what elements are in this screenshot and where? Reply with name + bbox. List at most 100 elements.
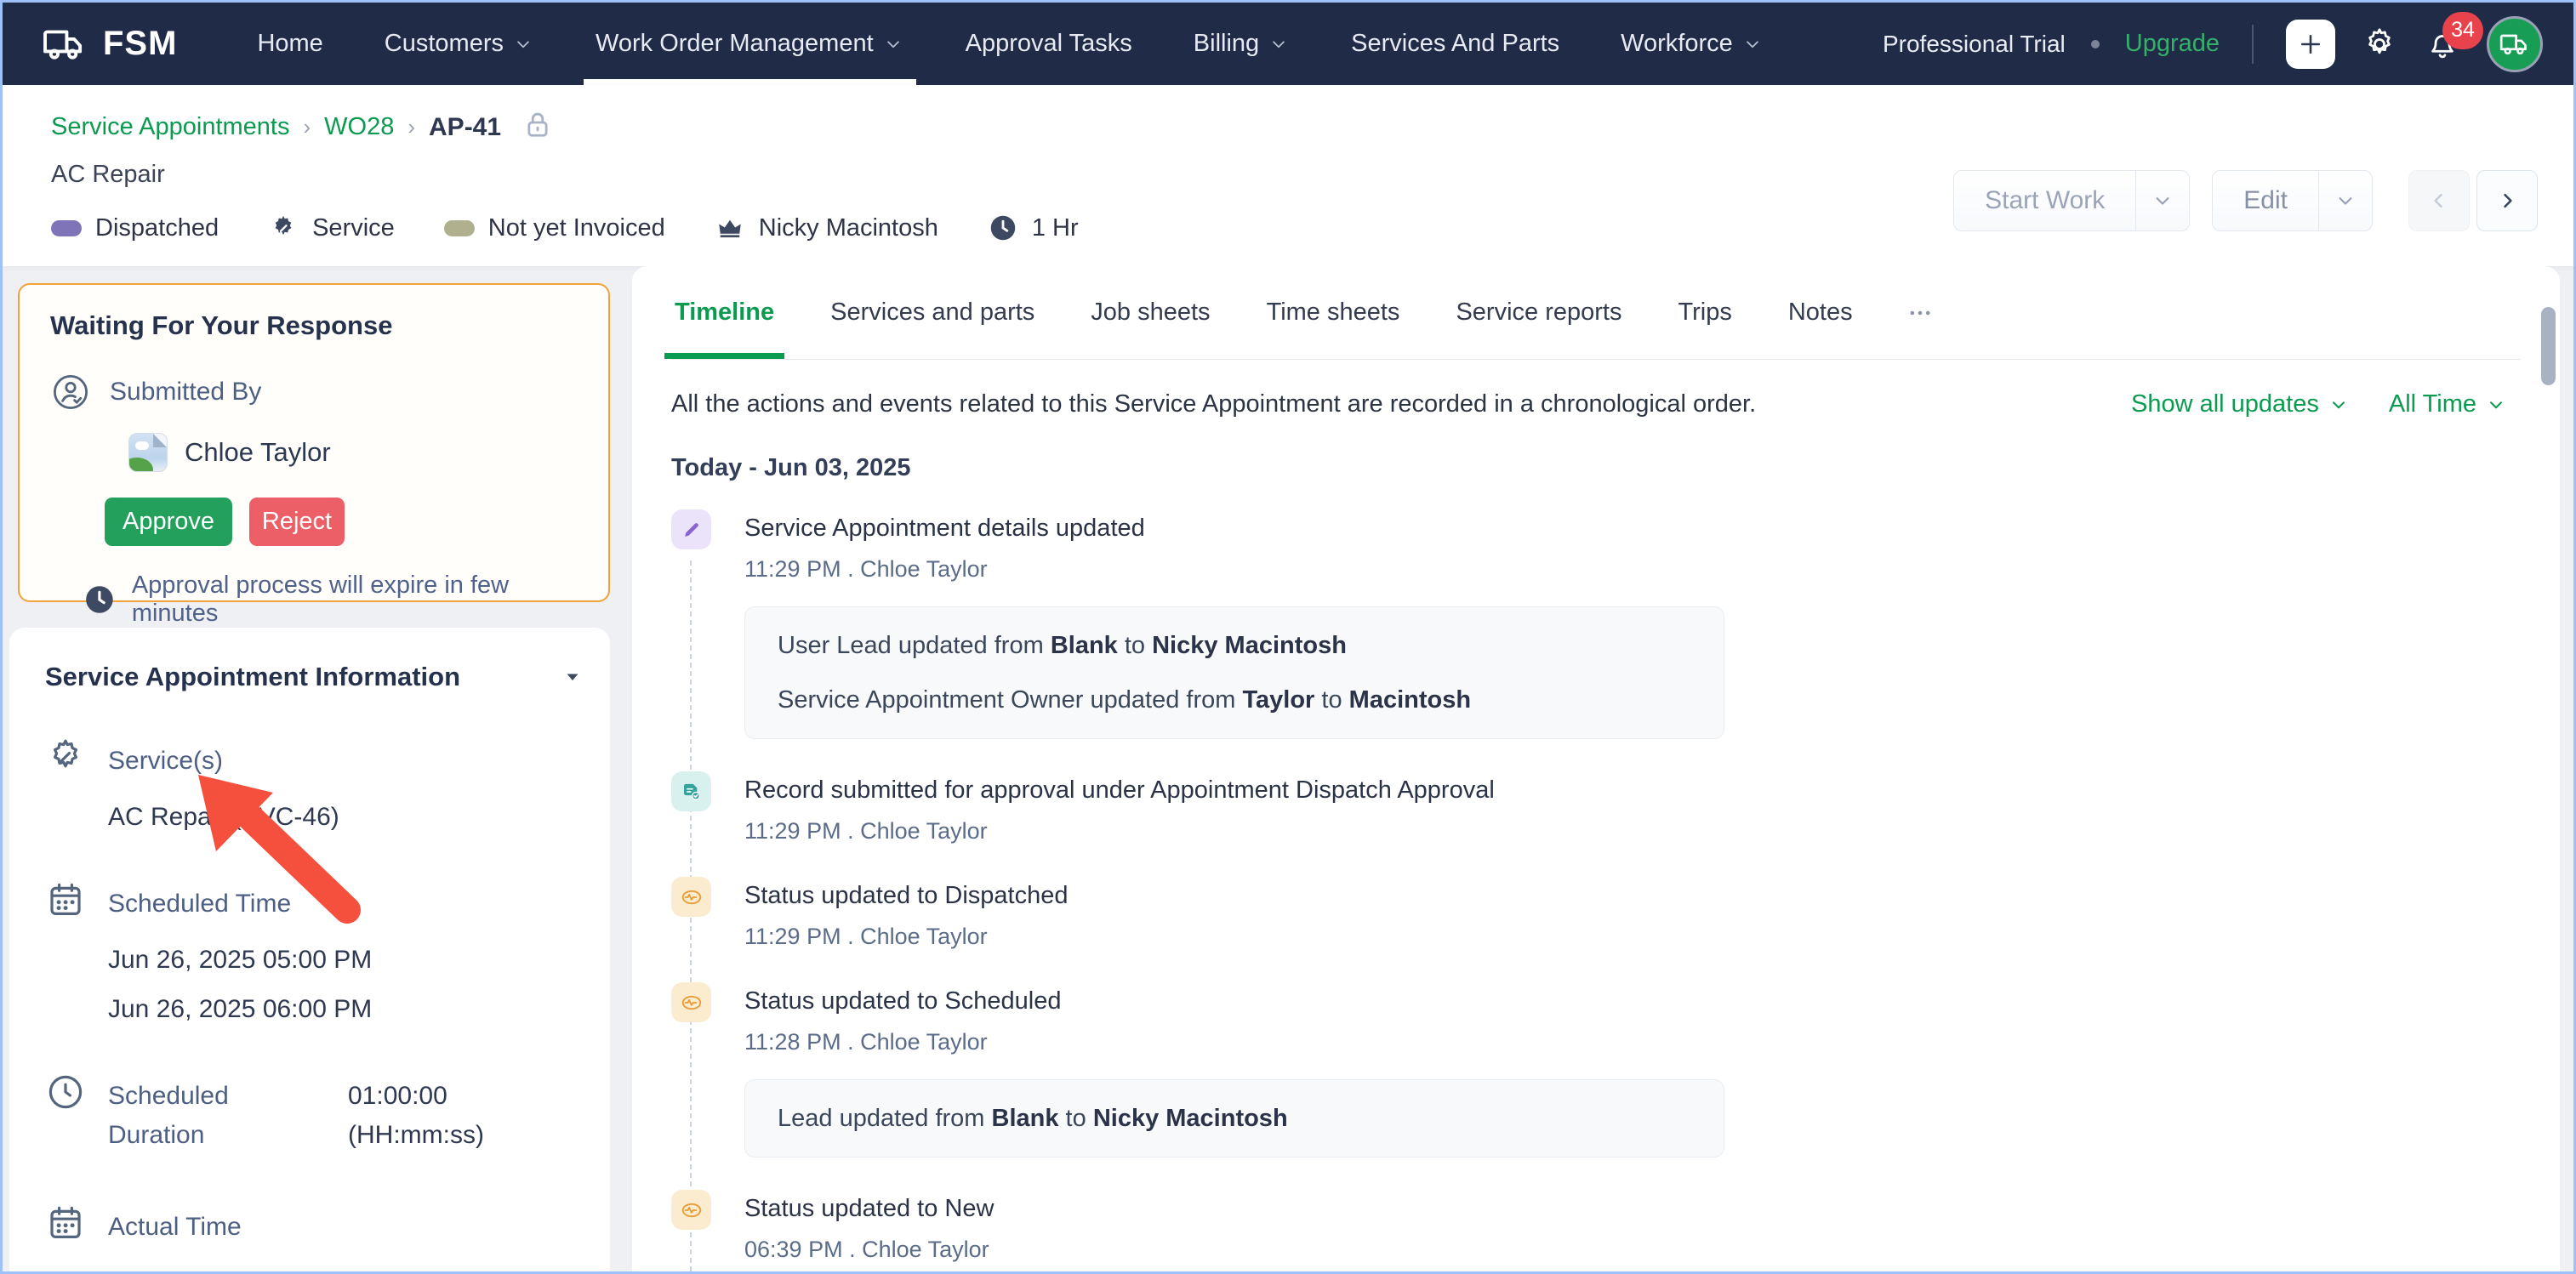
caret-down-icon xyxy=(561,665,584,689)
user-avatar[interactable] xyxy=(2487,16,2543,72)
calendar-icon xyxy=(45,1203,86,1243)
fsm-logo[interactable]: FSM xyxy=(40,20,177,69)
reject-button[interactable]: Reject xyxy=(249,498,345,546)
status-pulse-icon xyxy=(680,1198,704,1222)
chevron-down-icon xyxy=(1741,33,1764,55)
tab-trips[interactable]: Trips xyxy=(1674,266,1735,359)
calendar-icon xyxy=(45,879,86,920)
breadcrumb-wo28[interactable]: WO28 xyxy=(324,113,394,141)
chevron-down-icon xyxy=(2485,394,2507,416)
duration-badge: 1 Hr xyxy=(988,213,1079,243)
nav-item-work-order-management[interactable]: Work Order Management xyxy=(584,3,916,85)
status-pulse-icon xyxy=(680,991,704,1015)
field-value: 01:00:00(HH:mm:ss) xyxy=(348,1072,484,1155)
chevron-down-icon xyxy=(1268,33,1290,55)
event-title: Status updated to Scheduled xyxy=(744,987,2521,1015)
nav-item-workforce[interactable]: Workforce xyxy=(1609,3,1775,85)
chevron-down-icon xyxy=(512,33,534,55)
tab-timeline[interactable]: Timeline xyxy=(671,266,778,359)
timeline-description: All the actions and events related to th… xyxy=(671,390,1756,418)
event-detail-box: Lead updated from Blank to Nicky Macinto… xyxy=(744,1079,1724,1157)
nav-item-home[interactable]: Home xyxy=(245,3,334,85)
field-scheduled-time: Scheduled TimeJun 26, 2025 05:00 PMJun 2… xyxy=(45,879,584,1024)
type-badge: Service xyxy=(268,213,395,243)
breadcrumb-service-appointments[interactable]: Service Appointments xyxy=(51,113,289,141)
user-check-icon xyxy=(50,372,91,412)
nav-divider xyxy=(2252,25,2254,64)
edit-button[interactable]: Edit xyxy=(2213,171,2318,230)
vertical-scrollbar[interactable] xyxy=(2541,307,2556,385)
event-title: Status updated to New xyxy=(744,1195,2521,1223)
field-actual-time: Actual TimeService Appointment not yet s… xyxy=(45,1203,584,1274)
pencil-icon xyxy=(680,518,704,542)
nav-item-approval-tasks[interactable]: Approval Tasks xyxy=(954,3,1144,85)
event-timestamp: 11:29 PM . Chloe Taylor xyxy=(744,924,2521,950)
field-value: Service Appointment not yet started xyxy=(108,1269,584,1274)
detail-tabs: Timeline Services and parts Job sheets Time… xyxy=(671,266,2521,360)
chevron-down-icon xyxy=(2151,189,2174,213)
tab-service-reports[interactable]: Service reports xyxy=(1452,266,1625,359)
previous-record-button[interactable] xyxy=(2408,170,2470,231)
start-work-button[interactable]: Start Work xyxy=(1954,171,2135,230)
timeline-events: Service Appointment details updated11:29… xyxy=(671,515,2521,1274)
event-title: Status updated to Dispatched xyxy=(744,882,2521,910)
breadcrumb-separator: › xyxy=(407,114,415,140)
tab-job-sheets[interactable]: Job sheets xyxy=(1087,266,1213,359)
time-range-dropdown[interactable]: All Time xyxy=(2389,390,2507,418)
crown-icon xyxy=(715,213,745,243)
breadcrumb: Service Appointments › WO28 › AP-41 xyxy=(51,107,2539,147)
info-fields: Service(s)AC Repair (SVC-46) Scheduled Ti… xyxy=(45,737,584,1274)
start-work-dropdown[interactable] xyxy=(2136,171,2189,230)
header-actions: Start Work Edit xyxy=(1953,170,2538,231)
settings-button[interactable] xyxy=(2361,26,2398,63)
approval-actions: Approve Reject xyxy=(105,498,578,546)
event-type-icon xyxy=(671,877,711,917)
notifications-button[interactable]: 34 xyxy=(2424,26,2461,63)
brand-name: FSM xyxy=(103,25,177,63)
event-title: Record submitted for approval under Appo… xyxy=(744,776,2521,805)
timeline-filters: Show all updates All Time xyxy=(2131,390,2507,418)
nav-menu: Home Customers Work Order Management Approv… xyxy=(245,3,1812,85)
field-value: Jun 26, 2025 06:00 PM xyxy=(108,995,584,1024)
event-detail-line: User Lead updated from Blank to Nicky Ma… xyxy=(778,631,1691,660)
notification-badge: 34 xyxy=(2442,12,2483,49)
event-timestamp: 11:29 PM . Chloe Taylor xyxy=(744,556,2521,583)
tab-notes[interactable]: Notes xyxy=(1785,266,1856,359)
gear-icon xyxy=(2361,26,2398,63)
upgrade-link[interactable]: Upgrade xyxy=(2125,30,2220,58)
event-timestamp: 06:39 PM . Chloe Taylor xyxy=(744,1237,2521,1263)
field-service-s-: Service(s)AC Repair (SVC-46) xyxy=(45,737,584,832)
truck-icon xyxy=(2498,27,2532,61)
timeline-event: Service Appointment details updated11:29… xyxy=(671,515,2521,739)
tabs-more-button[interactable] xyxy=(1906,299,1935,327)
expiry-note: Approval process will expire in few minu… xyxy=(132,572,578,628)
event-type-icon xyxy=(671,982,711,1022)
info-panel-title: Service Appointment Information xyxy=(45,662,460,692)
submitter-name: Chloe Taylor xyxy=(185,437,331,468)
invoice-dot xyxy=(444,220,475,236)
updates-filter-dropdown[interactable]: Show all updates xyxy=(2131,390,2350,418)
event-timestamp: 11:28 PM . Chloe Taylor xyxy=(744,1029,2521,1055)
tab-services-and-parts[interactable]: Services and parts xyxy=(827,266,1038,359)
edit-dropdown[interactable] xyxy=(2319,171,2372,230)
event-type-icon xyxy=(671,771,711,811)
chevron-down-icon xyxy=(2328,394,2350,416)
nav-item-billing[interactable]: Billing xyxy=(1182,3,1302,85)
event-type-icon xyxy=(671,509,711,549)
chevron-down-icon xyxy=(2334,189,2357,213)
nav-item-services-and-parts[interactable]: Services And Parts xyxy=(1339,3,1571,85)
status-pulse-icon xyxy=(680,885,704,909)
expiry-note-row: Approval process will expire in few minu… xyxy=(83,572,578,628)
nav-item-customers[interactable]: Customers xyxy=(373,3,546,85)
quick-add-button[interactable] xyxy=(2286,20,2335,69)
info-panel-header: Service Appointment Information xyxy=(45,662,584,692)
field-value: AC Repair (SVC-46) xyxy=(108,803,584,832)
collapse-section-button[interactable] xyxy=(561,665,584,689)
event-detail-box: User Lead updated from Blank to Nicky Ma… xyxy=(744,606,1724,739)
approve-button[interactable]: Approve xyxy=(105,498,232,546)
next-record-button[interactable] xyxy=(2476,170,2538,231)
left-sidebar: Waiting For Your Response Submitted By C… xyxy=(3,266,632,1271)
timeline-event: Status updated to Scheduled 11:28 PM . Ch… xyxy=(671,987,2521,1157)
submitted-by-label: Submitted By xyxy=(110,378,261,407)
tab-time-sheets[interactable]: Time sheets xyxy=(1263,266,1404,359)
